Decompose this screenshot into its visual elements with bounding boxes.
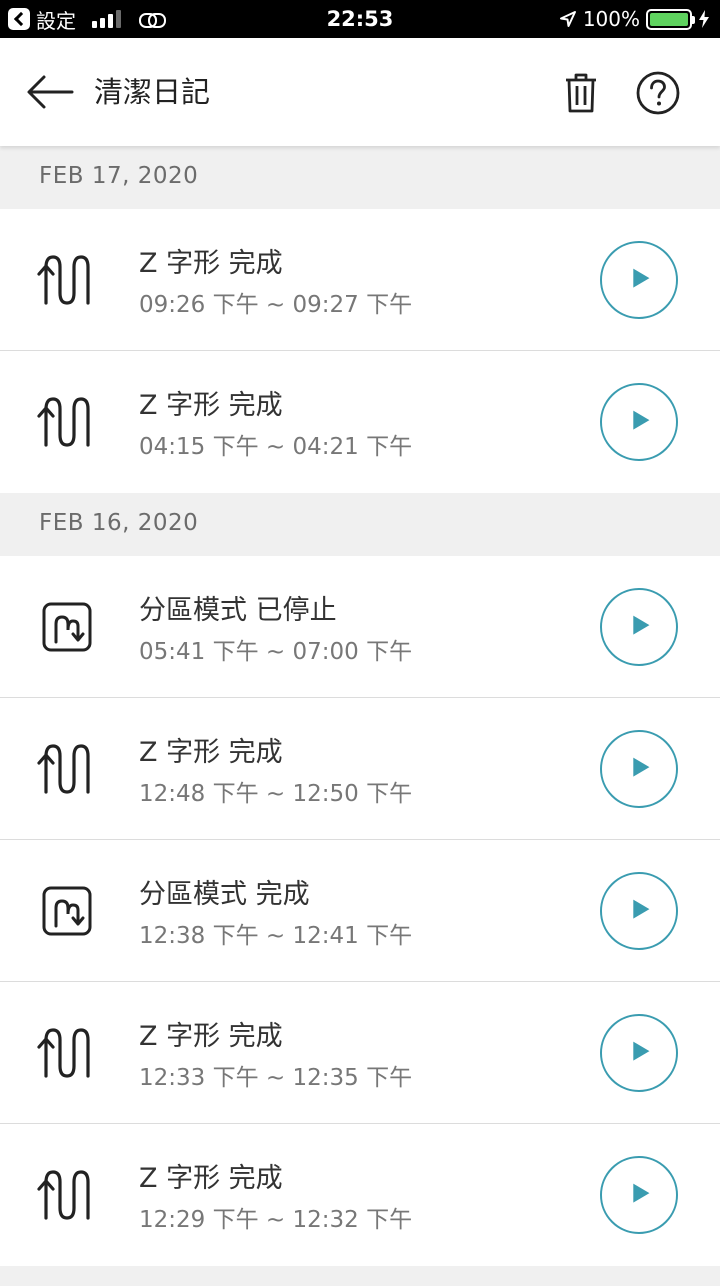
- log-entry[interactable]: Z 字形 完成 09:26 下午 ~ 09:27 下午: [0, 209, 720, 351]
- cleaning-log-list: FEB 17, 2020 Z 字形 完成 09:26 下午 ~ 09:27 下午…: [0, 146, 720, 1286]
- back-arrow-icon[interactable]: [22, 70, 78, 114]
- entry-time-range: 04:15 下午 ~ 04:21 下午: [139, 434, 413, 460]
- status-bar-right: 100%: [559, 0, 710, 38]
- status-bar: 設定 22:53 100%: [0, 0, 720, 38]
- zone-mode-icon: [36, 884, 96, 938]
- log-entry[interactable]: 分區模式 已停止 05:41 下午 ~ 07:00 下午: [0, 556, 720, 698]
- zigzag-icon: [36, 253, 96, 307]
- play-replay-button[interactable]: [600, 730, 678, 808]
- entry-title: 分區模式 已停止: [139, 595, 337, 626]
- zigzag-icon: [36, 1026, 96, 1080]
- entry-time-range: 05:41 下午 ~ 07:00 下午: [139, 639, 413, 665]
- play-replay-button[interactable]: [600, 1014, 678, 1092]
- log-entry[interactable]: Z 字形 完成 04:15 下午 ~ 04:21 下午: [0, 351, 720, 493]
- charging-bolt-icon: [699, 10, 709, 28]
- entry-time-range: 09:26 下午 ~ 09:27 下午: [139, 292, 413, 318]
- entry-title: Z 字形 完成: [139, 1021, 283, 1052]
- location-arrow-icon: [559, 11, 576, 27]
- zigzag-icon: [36, 742, 96, 796]
- battery-icon: [646, 8, 695, 30]
- battery-level: [650, 12, 688, 26]
- play-replay-button[interactable]: [600, 1156, 678, 1234]
- play-replay-button[interactable]: [600, 588, 678, 666]
- entry-time-range: 12:48 下午 ~ 12:50 下午: [139, 781, 413, 807]
- app-header: 清潔日記: [0, 38, 720, 146]
- date-section-header: FEB 16, 2020: [0, 493, 720, 556]
- entry-time-range: 12:33 下午 ~ 12:35 下午: [139, 1065, 413, 1091]
- battery-percent: 100%: [582, 7, 640, 31]
- entry-title: Z 字形 完成: [139, 248, 283, 279]
- help-icon[interactable]: [635, 70, 681, 116]
- zigzag-icon: [36, 395, 96, 449]
- log-entry[interactable]: Z 字形 完成 12:29 下午 ~ 12:32 下午: [0, 1124, 720, 1266]
- entry-title: Z 字形 完成: [139, 390, 283, 421]
- log-entry[interactable]: Z 字形 完成 12:48 下午 ~ 12:50 下午: [0, 698, 720, 840]
- entry-time-range: 12:38 下午 ~ 12:41 下午: [139, 923, 413, 949]
- entry-time-range: 12:29 下午 ~ 12:32 下午: [139, 1207, 413, 1233]
- play-replay-button[interactable]: [600, 241, 678, 319]
- entry-title: Z 字形 完成: [139, 1163, 283, 1194]
- log-entry[interactable]: Z 字形 完成 12:33 下午 ~ 12:35 下午: [0, 982, 720, 1124]
- log-entry[interactable]: 分區模式 完成 12:38 下午 ~ 12:41 下午: [0, 840, 720, 982]
- date-section-header: FEB 17, 2020: [0, 146, 720, 209]
- entry-title: Z 字形 完成: [139, 737, 283, 768]
- play-replay-button[interactable]: [600, 872, 678, 950]
- list-footer-gap: [0, 1266, 720, 1286]
- play-replay-button[interactable]: [600, 383, 678, 461]
- zone-mode-icon: [36, 600, 96, 654]
- zigzag-icon: [36, 1168, 96, 1222]
- entry-title: 分區模式 完成: [139, 879, 310, 910]
- trash-icon[interactable]: [558, 70, 604, 116]
- page-title: 清潔日記: [94, 75, 211, 109]
